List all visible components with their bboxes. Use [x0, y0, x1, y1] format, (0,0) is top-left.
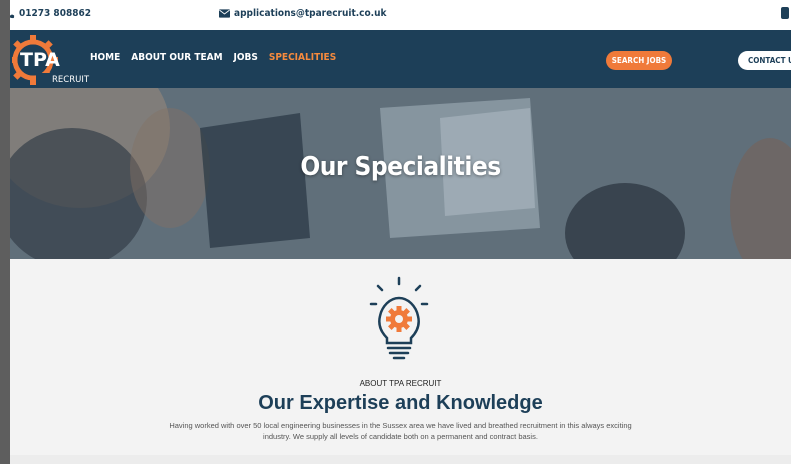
- section-eyebrow: ABOUT TPA RECRUIT: [359, 379, 442, 388]
- lightbulb-gear-icon: [369, 276, 429, 360]
- nav-item-about-our-team[interactable]: ABOUT OUR TEAM: [131, 52, 222, 63]
- phone-icon: [10, 14, 15, 19]
- nav-menu: HOME ABOUT OUR TEAM JOBS SPECIALITIES: [90, 52, 336, 63]
- email-link[interactable]: applications@tparecruit.co.uk: [219, 8, 387, 19]
- nav-item-specialities[interactable]: SPECIALITIES: [269, 52, 336, 63]
- about-section: ABOUT TPA RECRUIT Our Expertise and Know…: [10, 259, 791, 464]
- section-description: Having worked with over 50 local enginee…: [169, 421, 632, 441]
- nav-item-home[interactable]: HOME: [90, 52, 120, 63]
- search-jobs-button[interactable]: SEARCH JOBS: [606, 51, 672, 70]
- phone-number: 01273 808862: [19, 8, 91, 19]
- nav-item-jobs[interactable]: JOBS: [234, 52, 258, 63]
- page: 01273 808862 applications@tparecruit.co.…: [10, 0, 791, 464]
- tpa-logo[interactable]: TPA RECRUIT: [12, 33, 92, 85]
- main-nav: TPA RECRUIT HOME ABOUT OUR TEAM JOBS SPE…: [10, 30, 791, 88]
- envelope-icon: [219, 9, 230, 18]
- contact-us-button[interactable]: CONTACT US: [738, 51, 791, 70]
- email-address: applications@tparecruit.co.uk: [234, 8, 387, 19]
- page-title: Our Specialities: [300, 152, 501, 182]
- hero-banner: Our Specialities: [10, 88, 791, 259]
- svg-text:RECRUIT: RECRUIT: [52, 75, 90, 85]
- top-bar: 01273 808862 applications@tparecruit.co.…: [10, 0, 791, 30]
- section-divider: [10, 455, 791, 464]
- phone-link[interactable]: 01273 808862: [10, 8, 91, 19]
- social-icon[interactable]: [781, 7, 789, 19]
- section-heading: Our Expertise and Knowledge: [258, 392, 543, 414]
- svg-text:TPA: TPA: [20, 49, 60, 71]
